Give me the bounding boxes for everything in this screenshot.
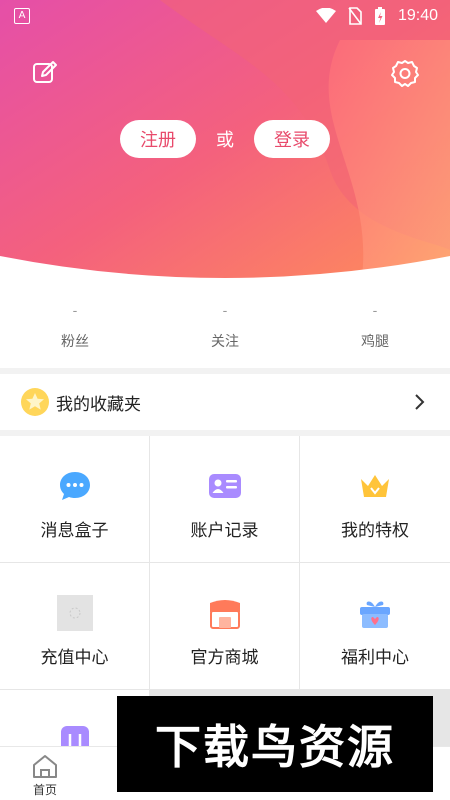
battery-charging-icon bbox=[374, 7, 385, 25]
crown-icon bbox=[361, 475, 389, 497]
profile-stats: - 粉丝 - 关注 - 鸡腿 bbox=[0, 290, 450, 368]
stat-value: - bbox=[222, 304, 228, 319]
no-sim-icon bbox=[348, 7, 362, 25]
grid-item-label: 充值中心 bbox=[40, 648, 109, 668]
gear-icon[interactable] bbox=[390, 58, 420, 88]
grid-item-recharge-center[interactable]: 充值中心 bbox=[0, 563, 149, 689]
grid-item-account-records[interactable]: 账户记录 bbox=[150, 436, 299, 562]
gift-icon bbox=[360, 601, 390, 628]
login-button[interactable]: 登录 bbox=[254, 120, 330, 158]
grid-item-privileges[interactable]: 我的特权 bbox=[300, 436, 450, 562]
app-indicator-icon: A bbox=[14, 8, 30, 24]
star-icon bbox=[21, 388, 49, 416]
stat-drumsticks[interactable]: - 鸡腿 bbox=[300, 290, 450, 368]
grid-item-label: 我的特权 bbox=[341, 521, 409, 541]
nav-home-label: 首页 bbox=[32, 783, 57, 797]
register-button[interactable]: 注册 bbox=[120, 120, 196, 158]
stat-label: 关注 bbox=[211, 334, 239, 350]
stat-label: 粉丝 bbox=[61, 334, 89, 350]
grid-item-label: 账户记录 bbox=[190, 521, 259, 541]
shop-icon bbox=[209, 600, 240, 629]
favorites-row[interactable]: 我的收藏夹 bbox=[0, 374, 450, 430]
stat-following[interactable]: - 关注 bbox=[150, 290, 300, 368]
or-label: 或 bbox=[216, 130, 234, 151]
auth-buttons: 注册 或 登录 bbox=[0, 120, 450, 158]
stat-label: 鸡腿 bbox=[361, 334, 389, 350]
chevron-right-icon bbox=[415, 394, 425, 410]
nav-home[interactable]: 首页 bbox=[28, 753, 62, 798]
watermark: 下载鸟资源 bbox=[117, 696, 433, 792]
stat-value: - bbox=[372, 304, 378, 319]
grid-item-label: 官方商城 bbox=[190, 648, 259, 668]
grid-item-welfare-center[interactable]: 福利中心 bbox=[300, 563, 450, 689]
stat-value: - bbox=[72, 304, 78, 319]
status-time: 19:40 bbox=[397, 7, 438, 24]
stat-fans[interactable]: - 粉丝 bbox=[0, 290, 150, 368]
grid-item-label: 福利中心 bbox=[341, 648, 409, 668]
grid-item-official-store[interactable]: 官方商城 bbox=[150, 563, 299, 689]
chat-bubble-icon bbox=[59, 472, 90, 500]
favorites-label: 我的收藏夹 bbox=[56, 394, 141, 415]
grid-item-message-box[interactable]: 消息盒子 bbox=[0, 436, 149, 562]
profile-header: A 19:40 注册 或 登录 bbox=[0, 0, 450, 290]
id-card-icon bbox=[208, 474, 241, 498]
image-placeholder-icon bbox=[56, 595, 93, 631]
edit-icon[interactable] bbox=[30, 58, 60, 88]
wifi-icon bbox=[315, 8, 336, 23]
status-bar: A 19:40 bbox=[0, 0, 450, 32]
home-icon bbox=[33, 755, 57, 778]
grid-item-label: 消息盒子 bbox=[40, 521, 109, 541]
